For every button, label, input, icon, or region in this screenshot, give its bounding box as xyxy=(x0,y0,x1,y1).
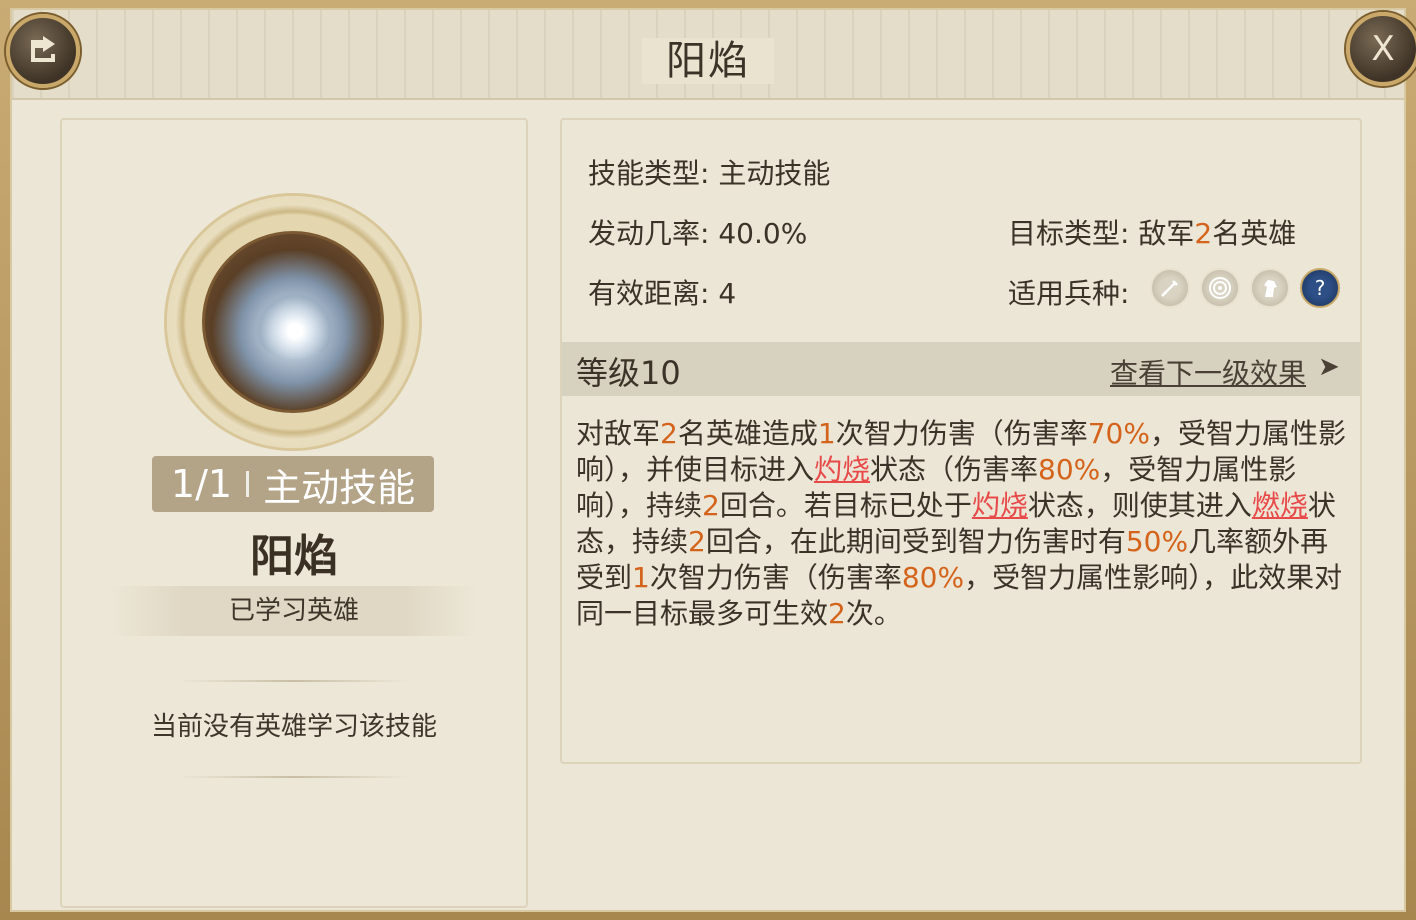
highlight-number: 1 xyxy=(632,561,650,594)
highlight-number: 50% xyxy=(1125,525,1189,558)
highlight-number: 2 xyxy=(828,597,846,630)
header-bar: 阳焰 xyxy=(12,10,1404,100)
share-button[interactable] xyxy=(6,14,80,88)
target-type-suffix: 名英雄 xyxy=(1212,217,1297,250)
skill-medal xyxy=(167,196,419,448)
close-icon: X xyxy=(1371,29,1395,69)
skill-name: 阳焰 xyxy=(250,531,338,582)
status-keyword-link[interactable]: 燃烧 xyxy=(1252,489,1308,522)
range-row: 有效距离: 4 xyxy=(588,272,736,312)
highlight-number: 70% xyxy=(1087,417,1150,450)
highlight-number: 80% xyxy=(1038,453,1101,486)
skill-type-tag: 1/1 主动技能 xyxy=(152,456,434,512)
skill-type-label: 技能类型: xyxy=(588,157,710,190)
troop-type-icons: ? xyxy=(1150,268,1340,308)
learned-heroes-tab[interactable]: 已学习英雄 xyxy=(110,586,478,636)
target-type-prefix: 敌军 xyxy=(1138,217,1195,250)
status-keyword-link[interactable]: 灼烧 xyxy=(814,453,870,486)
highlight-number: 2 xyxy=(702,489,720,522)
skill-type-value: 主动技能 xyxy=(718,157,831,190)
page-title: 阳焰 xyxy=(12,28,1404,86)
description-text: 状态（伤害率 xyxy=(870,453,1039,486)
skill-type-row: 技能类型: 主动技能 xyxy=(588,152,830,192)
description-text: 名英雄造成 xyxy=(677,417,818,450)
trigger-chance-value: 40.0% xyxy=(718,217,808,250)
troop-type-label: 适用兵种: xyxy=(1008,277,1130,310)
share-icon xyxy=(25,30,61,73)
skill-description: 对敌军2名英雄造成1次智力伤害（伤害率70%，受智力属性影响），并使目标进入灼烧… xyxy=(576,416,1348,632)
target-type-row: 目标类型: 敌军2名英雄 xyxy=(1008,212,1296,252)
question-icon[interactable]: ? xyxy=(1300,268,1340,308)
description-text: 对敌军 xyxy=(576,417,661,450)
horse-icon[interactable] xyxy=(1250,268,1290,308)
level-label: 等级10 xyxy=(576,354,681,392)
tag-separator xyxy=(246,471,250,497)
description-text: 回合。若目标已处于 xyxy=(719,489,972,522)
next-level-link[interactable]: 查看下一级效果 xyxy=(1110,352,1306,392)
range-label: 有效距离: xyxy=(588,277,710,310)
ornament-divider-bottom xyxy=(180,776,408,778)
no-learner-text: 当前没有英雄学习该技能 xyxy=(150,712,437,742)
trigger-chance-row: 发动几率: 40.0% xyxy=(588,212,807,252)
description-text: 回合，在此期间受到智力伤害时有 xyxy=(705,525,1126,558)
highlight-number: 80% xyxy=(901,561,965,594)
trigger-chance-label: 发动几率: xyxy=(588,217,710,250)
highlight-number: 2 xyxy=(660,417,678,450)
flame-skill-icon xyxy=(202,231,384,413)
skill-type-tag-label: 主动技能 xyxy=(263,465,416,510)
description-text: 状态，则使其进入 xyxy=(1027,489,1252,522)
sword-icon[interactable] xyxy=(1150,268,1190,308)
status-keyword-link[interactable]: 灼烧 xyxy=(972,489,1028,522)
highlight-number: 2 xyxy=(688,525,706,558)
description-text: 次智力伤害（伤害率 xyxy=(649,561,902,594)
skill-count: 1/1 xyxy=(170,462,233,506)
description-text: 次智力伤害（伤害率 xyxy=(835,417,1088,450)
target-type-label: 目标类型: xyxy=(1008,217,1130,250)
target-icon[interactable] xyxy=(1200,268,1240,308)
question-mark: ? xyxy=(1314,276,1326,300)
ornament-divider-top xyxy=(180,680,408,682)
highlight-number: 1 xyxy=(817,417,836,450)
chevron-right-icon[interactable]: ➤ xyxy=(1318,352,1340,382)
description-text: 次。 xyxy=(845,597,902,630)
range-value: 4 xyxy=(718,277,737,310)
target-count: 2 xyxy=(1194,217,1213,250)
close-button[interactable]: X xyxy=(1346,12,1416,86)
